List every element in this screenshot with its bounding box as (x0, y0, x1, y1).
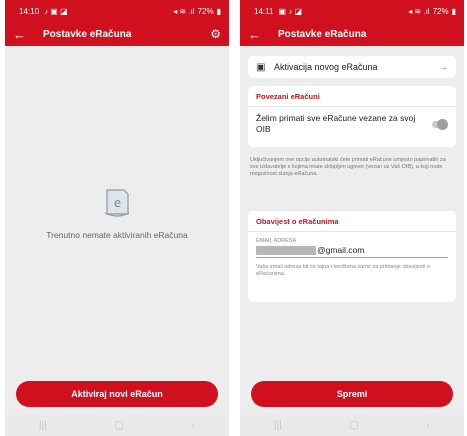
battery-icon: ▮ (216, 6, 221, 16)
status-bar: 14:11 ▣ ♪ ◪ ◂ ≋ .ıl 72% ▮ (240, 0, 464, 22)
oib-info-text: Uključivanjem ove opcije automatski ćete… (250, 157, 446, 178)
redacted-email-user (256, 245, 316, 255)
battery-level: 72% (197, 6, 214, 16)
document-e-icon: e (102, 186, 132, 220)
back-nav-icon[interactable]: ‹ (192, 420, 195, 431)
notifications-section-title: Obavijest o eRačunima (256, 217, 339, 226)
card-icon: ▣ (256, 61, 266, 73)
status-time: 14:11 (254, 6, 274, 16)
page-title: Postavke eRačuna (43, 28, 132, 40)
oib-toggle-switch[interactable] (432, 118, 448, 130)
oib-toggle-row: Želim primati sve eRačune vezane za svoj… (256, 113, 448, 135)
empty-state-text: Trenutno nemate aktiviranih eRačuna (46, 230, 188, 240)
home-icon[interactable]: ▢ (349, 420, 358, 431)
recent-apps-icon[interactable]: ||| (39, 420, 47, 431)
arrow-right-icon: → (438, 61, 448, 73)
oib-toggle-label: Želim primati sve eRačune vezane za svoj… (256, 113, 416, 134)
svg-text:e: e (114, 196, 121, 210)
back-arrow-icon[interactable]: ← (13, 28, 31, 41)
back-nav-icon[interactable]: ‹ (427, 420, 430, 431)
toggle-knob (437, 118, 448, 130)
activate-new-erracun-row[interactable]: ▣ Aktivacija novog eRačuna → (248, 56, 456, 78)
main-content: e Trenutno nemate aktiviranih eRačuna (5, 46, 229, 414)
home-icon[interactable]: ▢ (114, 420, 123, 431)
battery-icon: ▮ (451, 6, 456, 16)
main-content: ▣ Aktivacija novog eRačuna → Povezani eR… (240, 46, 464, 414)
email-field-label: EMAIL ADRESA (256, 238, 297, 244)
activate-row-label: Aktivacija novog eRačuna (274, 62, 378, 72)
email-hint-text: Vaša email adresa bit će tajna i korište… (256, 264, 430, 278)
linked-erracuni-card: Povezani eRačuni Želim primati sve eRaču… (248, 86, 456, 147)
email-field[interactable]: @gmail.com (256, 245, 448, 255)
status-time: 14:10 (19, 6, 40, 16)
android-nav-bar: ||| ▢ ‹ (240, 414, 464, 436)
signal-icons: ◂ ≋ .ıl (408, 6, 430, 16)
notification-icons: ♪ ▣ ◪ (44, 6, 68, 16)
notifications-card: Obavijest o eRačunima EMAIL ADRESA @gmai… (248, 211, 456, 302)
app-bar: ← Postavke eRačuna ⚙ (5, 22, 229, 46)
activate-erracun-button[interactable]: Aktiviraj novi eRačun (16, 381, 218, 407)
right-phone-screen: 14:11 ▣ ♪ ◪ ◂ ≋ .ıl 72% ▮ ← Postavke eRa… (240, 0, 464, 436)
save-button[interactable]: Spremi (251, 381, 453, 407)
empty-state: e Trenutno nemate aktiviranih eRačuna (5, 186, 229, 240)
divider (248, 106, 456, 107)
left-phone-screen: 14:10 ♪ ▣ ◪ ◂ ≋ .ıl 72% ▮ ← Postavke eRa… (5, 0, 229, 436)
page-title: Postavke eRačuna (278, 28, 367, 40)
recent-apps-icon[interactable]: ||| (274, 420, 282, 431)
email-field-underline (256, 257, 448, 258)
email-domain: @gmail.com (317, 245, 365, 255)
linked-section-title: Povezani eRačuni (256, 92, 320, 101)
notification-icons: ▣ ♪ ◪ (278, 6, 302, 16)
status-bar: 14:10 ♪ ▣ ◪ ◂ ≋ .ıl 72% ▮ (5, 0, 229, 22)
app-bar: ← Postavke eRačuna (240, 22, 464, 46)
back-arrow-icon[interactable]: ← (248, 28, 266, 41)
signal-icons: ◂ ≋ .ıl (173, 6, 195, 16)
android-nav-bar: ||| ▢ ‹ (5, 414, 229, 436)
divider (248, 231, 456, 232)
battery-level: 72% (432, 6, 449, 16)
gear-icon[interactable]: ⚙ (210, 27, 221, 41)
